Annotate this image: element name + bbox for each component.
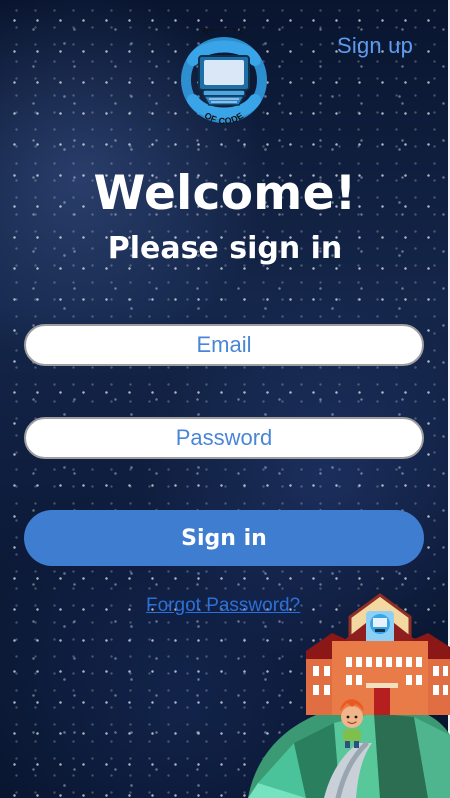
school-building-globe-illustration [248,593,450,798]
sign-up-link[interactable]: Sign up [337,33,413,59]
school-of-code-logo: SCHOOL OF CODE [181,21,267,132]
svg-text:SCHOOL: SCHOOL [201,28,248,37]
school-building-globe-icon [248,593,450,798]
school-of-code-logo-icon: SCHOOL OF CODE [181,21,267,126]
logo-top-text: SCHOOL [201,21,248,37]
sign-in-screen: Sign up SCHOOL OF CODE Welcome! Please s… [0,0,450,798]
sign-in-button[interactable]: Sign in [24,510,424,566]
email-input[interactable] [24,324,424,366]
page-title: Welcome! [93,166,357,221]
page-subtitle: Please sign in [107,231,343,266]
password-input[interactable] [24,417,424,459]
